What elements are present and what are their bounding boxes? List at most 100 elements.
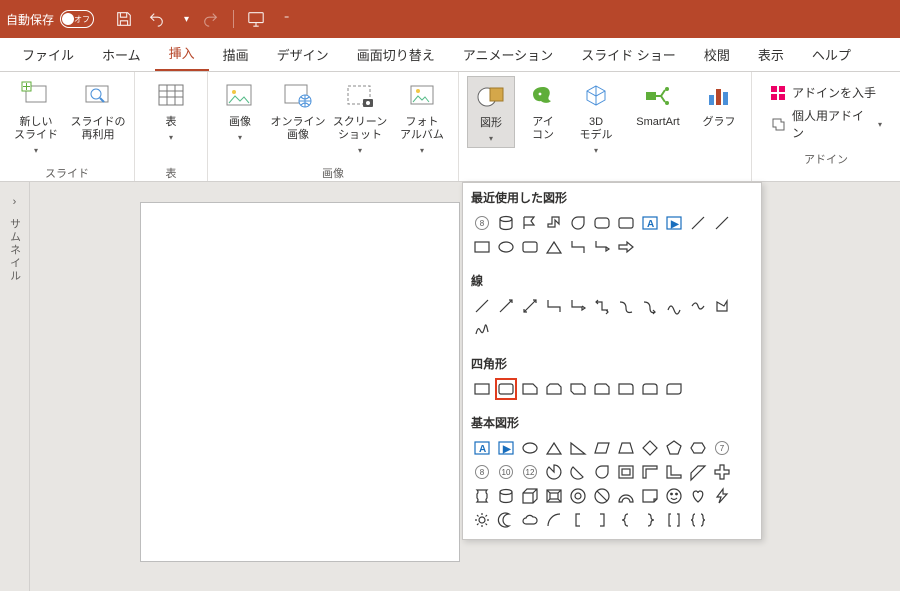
shape-curve-connector[interactable] xyxy=(615,295,637,317)
shape-double-bracket[interactable] xyxy=(663,509,685,531)
shape-connector-elbow-arrow[interactable] xyxy=(591,236,613,258)
undo-dropdown-icon[interactable]: ▾ xyxy=(184,14,189,25)
reuse-slides-button[interactable]: スライドの再利用 xyxy=(70,76,126,146)
shape-sun[interactable] xyxy=(471,509,493,531)
shape-textbox[interactable]: A xyxy=(639,212,661,234)
tab-file[interactable]: ファイル xyxy=(8,37,88,71)
shape-bevel[interactable] xyxy=(543,485,565,507)
shape-rect-round2diag[interactable] xyxy=(663,378,685,400)
shape-rect-round2same[interactable] xyxy=(639,378,661,400)
shape-chord[interactable] xyxy=(567,461,589,483)
shape-teardrop2[interactable] xyxy=(591,461,613,483)
icons-button[interactable]: アイコン xyxy=(521,76,565,146)
shape-bracket-l[interactable] xyxy=(567,509,589,531)
shape-block-arc[interactable] xyxy=(615,485,637,507)
pictures-button[interactable]: 画像 ▾ xyxy=(216,76,264,146)
shape-basic-textbox[interactable]: A xyxy=(471,437,493,459)
shape-rect-plain[interactable] xyxy=(471,378,493,400)
screenshot-button[interactable]: スクリーンショット ▾ xyxy=(332,76,388,159)
tab-animations[interactable]: アニメーション xyxy=(449,37,567,71)
personal-addins-button[interactable]: 個人用アドイン ▾ xyxy=(770,107,882,141)
shape-num7[interactable]: 7 xyxy=(711,437,733,459)
tab-insert[interactable]: 挿入 xyxy=(155,35,209,71)
shape-half-frame[interactable] xyxy=(639,461,661,483)
photo-album-button[interactable]: フォトアルバム ▾ xyxy=(394,76,450,159)
shape-rounded-rect3[interactable] xyxy=(519,236,541,258)
shape-curve-double[interactable] xyxy=(663,295,685,317)
shape-L[interactable] xyxy=(663,461,685,483)
shape-elbow-connector[interactable] xyxy=(543,295,565,317)
shape-diamond[interactable] xyxy=(639,437,661,459)
shape-num12[interactable]: 12 xyxy=(519,461,541,483)
shape-teardrop[interactable] xyxy=(567,212,589,234)
smartart-button[interactable]: SmartArt xyxy=(627,76,689,133)
shape-vertical-textbox[interactable]: ▶ xyxy=(663,212,685,234)
tab-slideshow[interactable]: スライド ショー xyxy=(567,37,690,71)
tab-transitions[interactable]: 画面切り替え xyxy=(343,37,449,71)
tab-help[interactable]: ヘルプ xyxy=(798,37,865,71)
shape-triangle[interactable] xyxy=(543,236,565,258)
shape-triangle2[interactable] xyxy=(543,437,565,459)
shape-hexagon[interactable] xyxy=(687,437,709,459)
tab-review[interactable]: 校閲 xyxy=(690,37,744,71)
shape-diag-stripe[interactable] xyxy=(687,461,709,483)
shape-donut[interactable] xyxy=(567,485,589,507)
shape-rectangle[interactable] xyxy=(471,236,493,258)
shape-num10[interactable]: 10 xyxy=(495,461,517,483)
3d-models-button[interactable]: 3Dモデル ▾ xyxy=(571,76,621,159)
redo-icon[interactable] xyxy=(201,9,221,29)
shape-bent-arrow[interactable] xyxy=(543,212,565,234)
shape-pentagon[interactable] xyxy=(663,437,685,459)
shape-moon[interactable] xyxy=(495,509,517,531)
qat-customize-icon[interactable]: ⁼ xyxy=(284,14,289,25)
table-button[interactable]: 表 ▾ xyxy=(143,76,199,146)
shape-freeform-closed[interactable] xyxy=(711,295,733,317)
shape-rect-snip1[interactable] xyxy=(519,378,541,400)
shape-brace-r[interactable] xyxy=(639,509,661,531)
shape-folded-corner[interactable] xyxy=(639,485,661,507)
shape-line2[interactable] xyxy=(711,212,733,234)
shape-rounded-rect2[interactable] xyxy=(615,212,637,234)
autosave-toggle[interactable]: 自動保存 オフ xyxy=(6,10,94,28)
shape-cloud[interactable] xyxy=(519,509,541,531)
shape-line-arrow[interactable] xyxy=(495,295,517,317)
shape-oval[interactable] xyxy=(495,236,517,258)
shape-cylinder[interactable] xyxy=(495,212,517,234)
slideshow-from-start-icon[interactable] xyxy=(246,9,266,29)
shape-rect-round1[interactable] xyxy=(615,378,637,400)
shape-rounded-rect[interactable] xyxy=(591,212,613,234)
get-addins-button[interactable]: アドインを入手 xyxy=(770,84,882,101)
shape-line-double-arrow[interactable] xyxy=(519,295,541,317)
shape-line[interactable] xyxy=(687,212,709,234)
shape-bracket-r[interactable] xyxy=(591,509,613,531)
shape-flag[interactable] xyxy=(519,212,541,234)
shape-trapezoid[interactable] xyxy=(615,437,637,459)
shape-rect-snip2diag[interactable] xyxy=(567,378,589,400)
shape-arc[interactable] xyxy=(543,509,565,531)
shape-frame[interactable] xyxy=(615,461,637,483)
shape-double-brace[interactable] xyxy=(687,509,709,531)
shape-rect-rounded[interactable] xyxy=(495,378,517,400)
toggle-switch[interactable]: オフ xyxy=(60,10,94,28)
tab-home[interactable]: ホーム xyxy=(88,37,155,71)
chart-button[interactable]: グラフ xyxy=(695,76,743,133)
online-pictures-button[interactable]: オンライン画像 xyxy=(270,76,326,146)
shape-pie[interactable] xyxy=(543,461,565,483)
shape-num8[interactable]: 8 xyxy=(471,461,493,483)
shape-cube[interactable] xyxy=(519,485,541,507)
tab-view[interactable]: 表示 xyxy=(744,37,798,71)
tab-design[interactable]: デザイン xyxy=(263,37,343,71)
shape-plaque[interactable] xyxy=(471,485,493,507)
shape-arrow-right[interactable] xyxy=(615,236,637,258)
save-icon[interactable] xyxy=(114,9,134,29)
shape-curve-arrow[interactable] xyxy=(639,295,661,317)
undo-icon[interactable] xyxy=(146,9,166,29)
shape-heart[interactable] xyxy=(687,485,709,507)
shape-noentry[interactable] xyxy=(591,485,613,507)
shape-scribble[interactable] xyxy=(471,319,493,341)
shape-right-triangle[interactable] xyxy=(567,437,589,459)
shape-elbow-double-arrow[interactable] xyxy=(591,295,613,317)
shape-smiley[interactable] xyxy=(663,485,685,507)
shape-connector-elbow[interactable] xyxy=(567,236,589,258)
shape-recent-num8[interactable]: 8 xyxy=(471,212,493,234)
